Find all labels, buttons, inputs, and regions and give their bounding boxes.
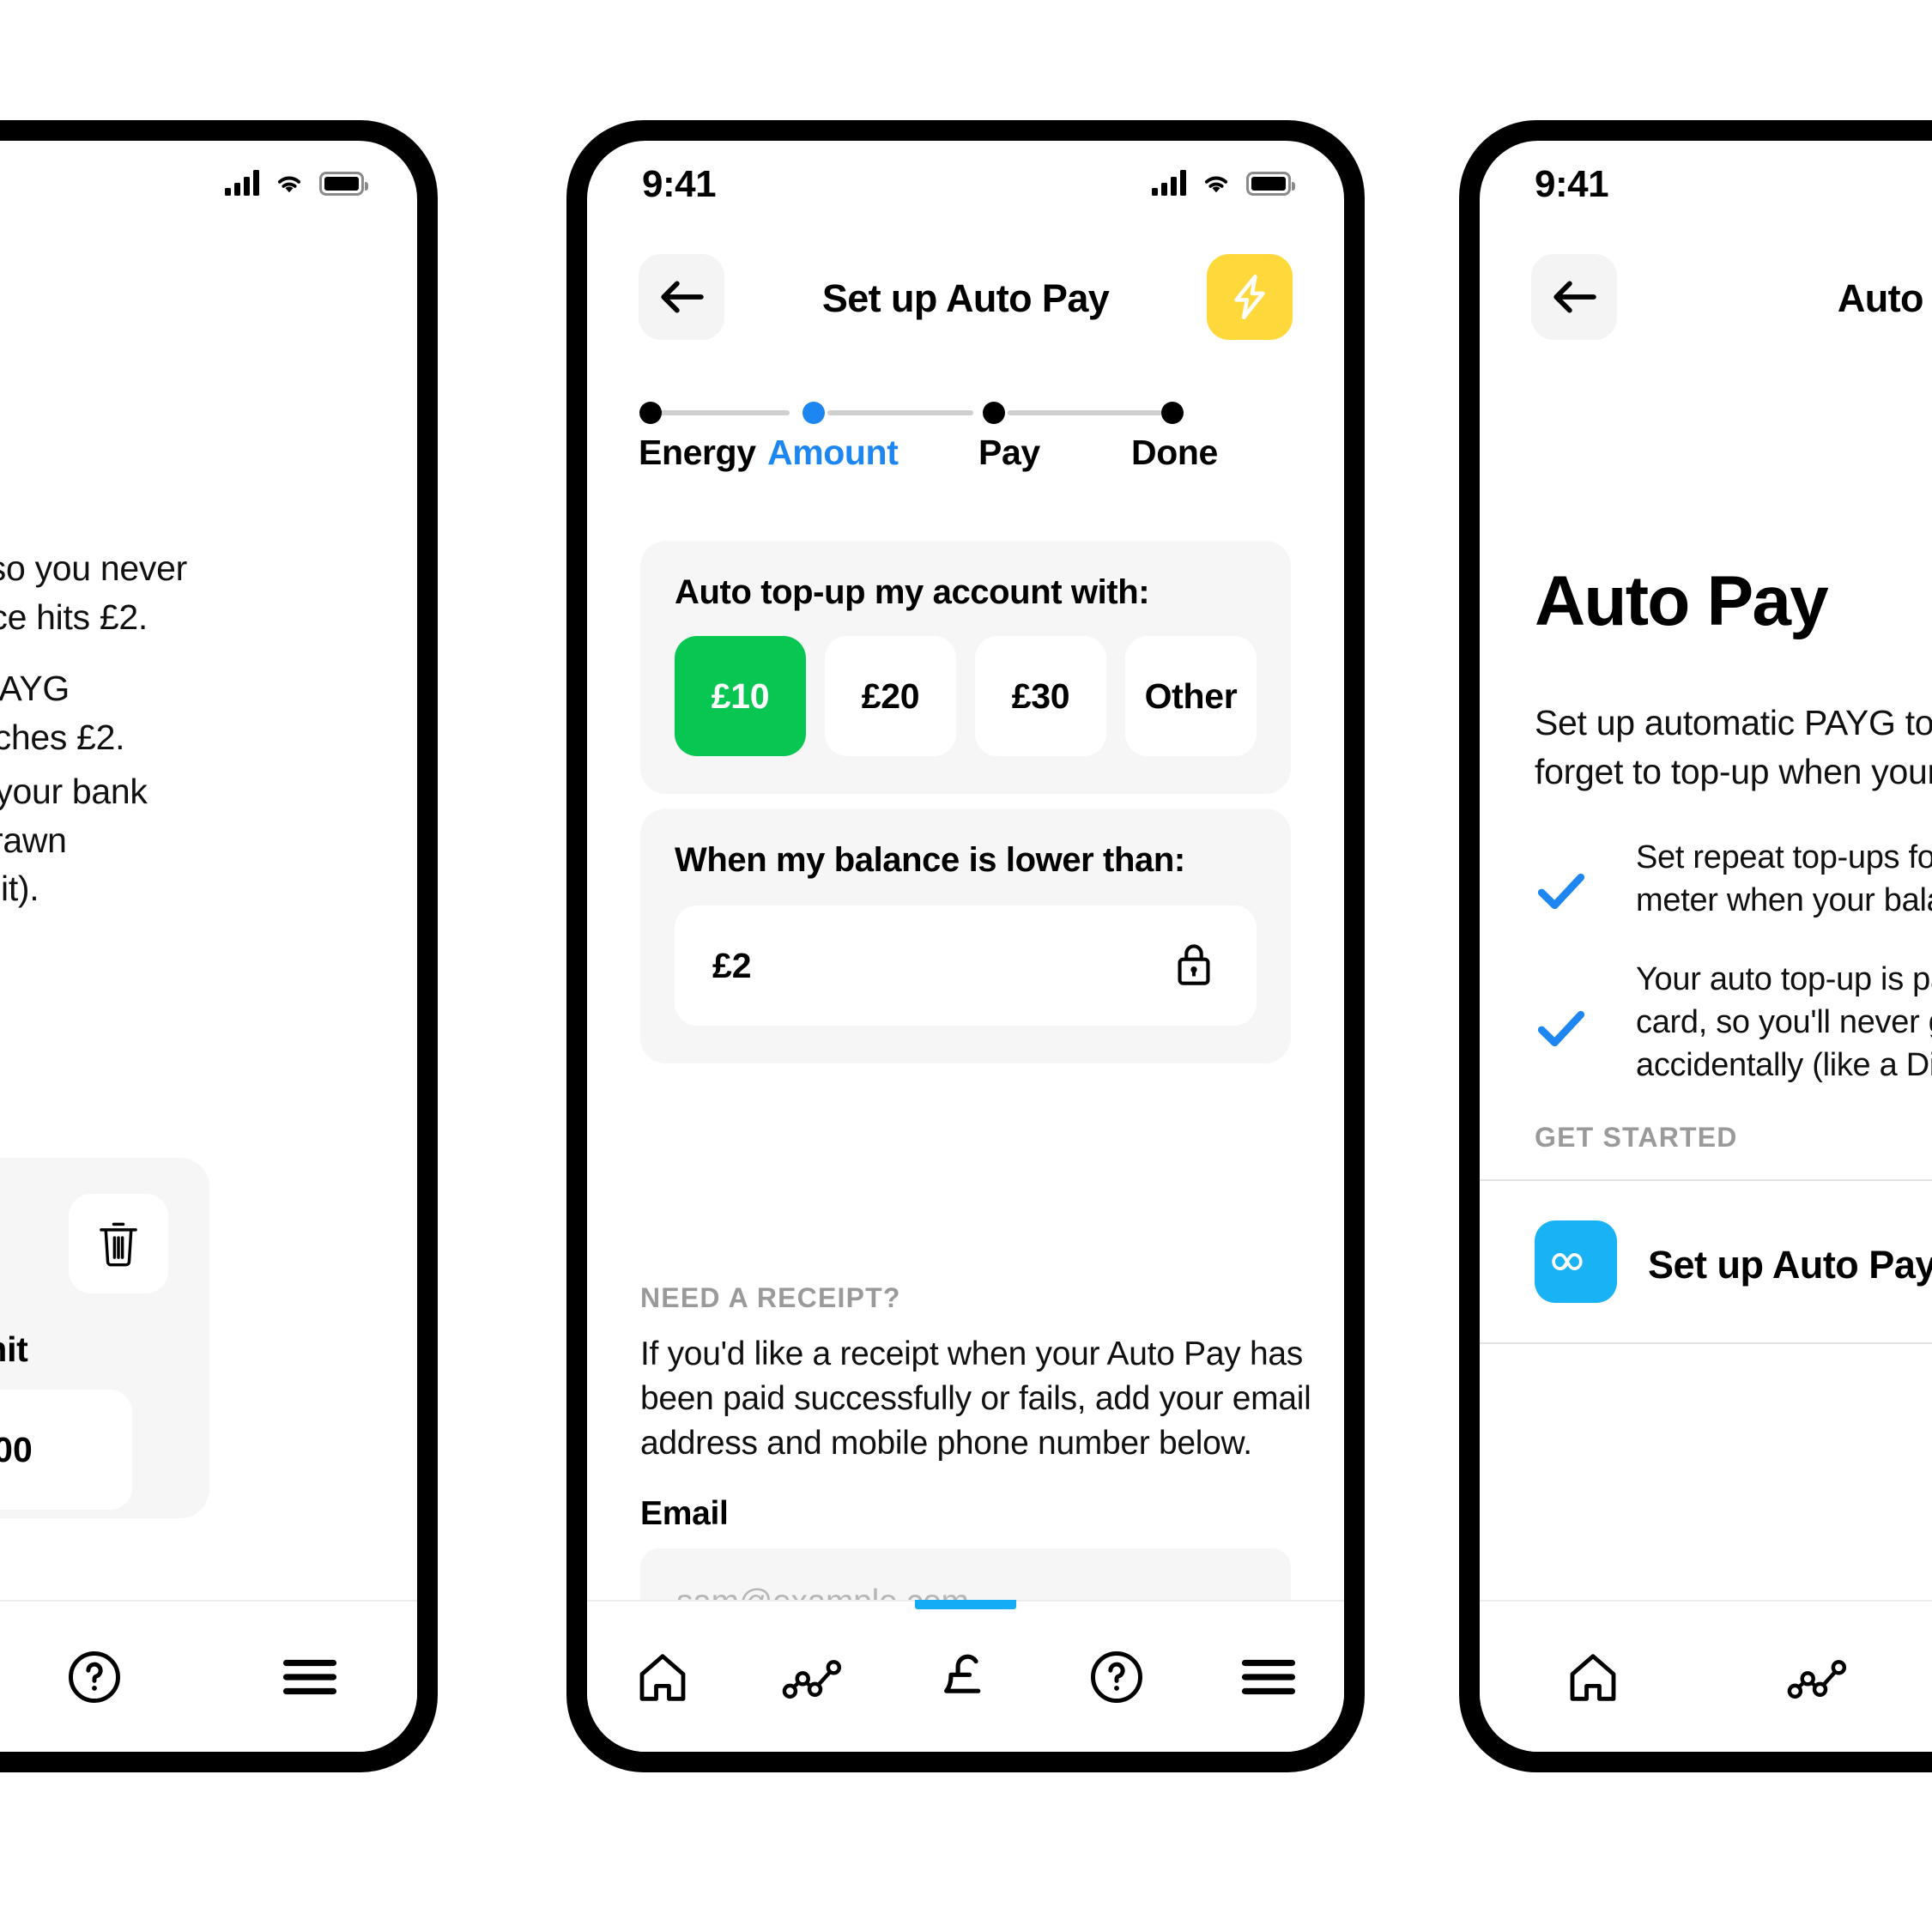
get-started-label: GET STARTED	[1535, 1122, 1738, 1153]
tab-menu[interactable]	[202, 1602, 417, 1752]
stepper-segment	[1008, 410, 1162, 415]
hamburger-icon	[282, 1659, 336, 1694]
threshold-card-title: When my balance is lower than:	[675, 841, 1185, 879]
tab-money[interactable]	[890, 1600, 1041, 1752]
tab-help[interactable]	[1041, 1602, 1192, 1752]
topup-options: £10 £20 £30 Other	[675, 636, 1257, 756]
signal-icon	[225, 170, 259, 196]
trash-icon	[100, 1222, 137, 1267]
left-paragraph-2: op-ups for your PAYG your balance reache…	[0, 669, 125, 757]
arrow-left-icon	[1553, 281, 1596, 313]
infinity-icon-tile	[1535, 1220, 1617, 1303]
phone-right-screen: 9:41 Auto Pay Auto Pay Set up automatic …	[1480, 141, 1932, 1752]
receipt-body-text: If you'd like a receipt when your Auto P…	[640, 1335, 1311, 1462]
back-button[interactable]	[1531, 254, 1617, 340]
page-title: Auto Pay	[1837, 276, 1932, 320]
tab-bar-left	[0, 1600, 417, 1752]
phone-left-screen: Auto Pay c PAYG top-ups so you never whe…	[0, 141, 417, 1752]
phone-left: Auto Pay c PAYG top-ups so you never whe…	[0, 120, 438, 1772]
nav-bar-right: Auto Pay	[1480, 235, 1932, 372]
battery-icon	[1246, 172, 1295, 196]
phone-right: 9:41 Auto Pay Auto Pay Set up automatic …	[1459, 120, 1932, 1772]
amount-option-other[interactable]: Other	[1125, 636, 1257, 756]
benefit-text-1: Set repeat top-ups for yo meter when you…	[1636, 839, 1932, 919]
graph-icon	[1787, 1659, 1847, 1699]
left-paragraph-3: p-up is paid with your bank ll never go …	[0, 772, 148, 909]
tab-usage[interactable]	[738, 1602, 889, 1752]
amount-option-10[interactable]: £10	[675, 636, 806, 756]
check-icon	[1536, 870, 1586, 916]
battery-icon	[319, 172, 368, 196]
stepper-dot-amount[interactable]	[802, 402, 825, 424]
amount-option-30[interactable]: £30	[975, 636, 1106, 756]
status-time: 9:41	[1535, 163, 1609, 205]
threshold-input[interactable]: £2	[675, 905, 1257, 1026]
question-circle-icon	[69, 1650, 120, 1703]
left-paragraph-1: c PAYG top-ups so you never when your ba…	[0, 548, 187, 637]
tab-bar-middle	[587, 1600, 1344, 1752]
credit-limit-value[interactable]: £2.00	[0, 1390, 132, 1510]
divider	[1480, 1342, 1932, 1344]
amount-option-20[interactable]: £20	[825, 636, 956, 756]
tab-bar-right	[1480, 1600, 1932, 1752]
stepper-dot-pay[interactable]	[983, 402, 1005, 424]
intro-paragraph: Set up automatic PAYG top-u forget to to…	[1535, 703, 1932, 791]
tab-home[interactable]	[587, 1602, 738, 1752]
threshold-value: £2	[712, 945, 752, 985]
status-bar-middle: 9:41	[587, 141, 1344, 235]
stepper-segment	[827, 410, 973, 415]
divider	[1480, 1179, 1932, 1181]
progress-stepper: Energy Amount Pay Done	[639, 398, 1291, 510]
phone-middle-screen: 9:41 Set up Auto Pay Energy Amount Pay D…	[587, 141, 1344, 1752]
email-label: Email	[640, 1495, 729, 1532]
question-circle-icon	[1091, 1650, 1143, 1703]
nav-bar-left: Auto Pay	[0, 235, 417, 372]
boost-button[interactable]	[1207, 254, 1293, 340]
stepper-dot-done[interactable]	[1161, 402, 1184, 424]
stepper-segment	[659, 410, 790, 415]
stepper-label-amount: Amount	[767, 433, 899, 472]
status-time: 9:41	[642, 163, 717, 205]
stepper-labels: Energy Amount Pay Done	[639, 433, 1291, 484]
signal-icon	[1152, 170, 1186, 196]
status-bar-left	[0, 141, 417, 235]
phone-middle: 9:41 Set up Auto Pay Energy Amount Pay D…	[566, 120, 1365, 1772]
stepper-label-energy: Energy	[639, 433, 756, 472]
home-icon	[1570, 1653, 1616, 1701]
topup-amount-card: Auto top-up my account with: £10 £20 £30…	[640, 541, 1291, 794]
balance-threshold-card: When my balance is lower than: £2	[640, 809, 1291, 1063]
check-icon	[1536, 1008, 1586, 1053]
tab-home[interactable]	[1480, 1602, 1706, 1752]
stepper-label-pay: Pay	[978, 433, 1040, 472]
lightning-bolt-icon	[1234, 275, 1265, 319]
nav-bar-middle: Set up Auto Pay	[587, 235, 1344, 372]
stepper-label-done: Done	[1131, 433, 1218, 472]
page-heading: Auto Pay	[1535, 562, 1829, 640]
pound-icon	[944, 1654, 981, 1693]
receipt-section-label: NEED A RECEIPT?	[640, 1282, 901, 1313]
stepper-dot-energy[interactable]	[639, 402, 662, 424]
credit-limit-card: Credit limit £2.00	[0, 1158, 209, 1518]
topup-card-title: Auto top-up my account with:	[675, 573, 1150, 611]
infinity-icon	[1552, 1253, 1583, 1270]
wifi-icon	[1204, 176, 1228, 193]
active-tab-indicator	[915, 1600, 1017, 1609]
status-bar-right: 9:41	[1480, 141, 1932, 235]
tab-menu[interactable]	[1193, 1602, 1344, 1752]
screenshot-canvas: Auto Pay c PAYG top-ups so you never whe…	[0, 0, 1932, 1932]
home-icon	[639, 1653, 686, 1701]
benefit-text-2: Your auto top-up is paid card, so you'll…	[1636, 961, 1932, 1084]
graph-icon	[782, 1659, 841, 1699]
tab-usage[interactable]	[1706, 1602, 1932, 1752]
status-icons	[225, 170, 368, 196]
stepper-track	[639, 398, 1291, 427]
set-up-auto-pay-row-label[interactable]: Set up Auto Pay	[1648, 1243, 1932, 1287]
delete-button[interactable]	[69, 1194, 168, 1293]
hamburger-icon	[1241, 1659, 1295, 1694]
credit-limit-label: Credit limit	[0, 1329, 28, 1369]
status-icons	[1152, 170, 1295, 196]
tab-help[interactable]	[0, 1602, 202, 1752]
lock-icon	[1172, 939, 1215, 993]
wifi-icon	[277, 176, 301, 193]
